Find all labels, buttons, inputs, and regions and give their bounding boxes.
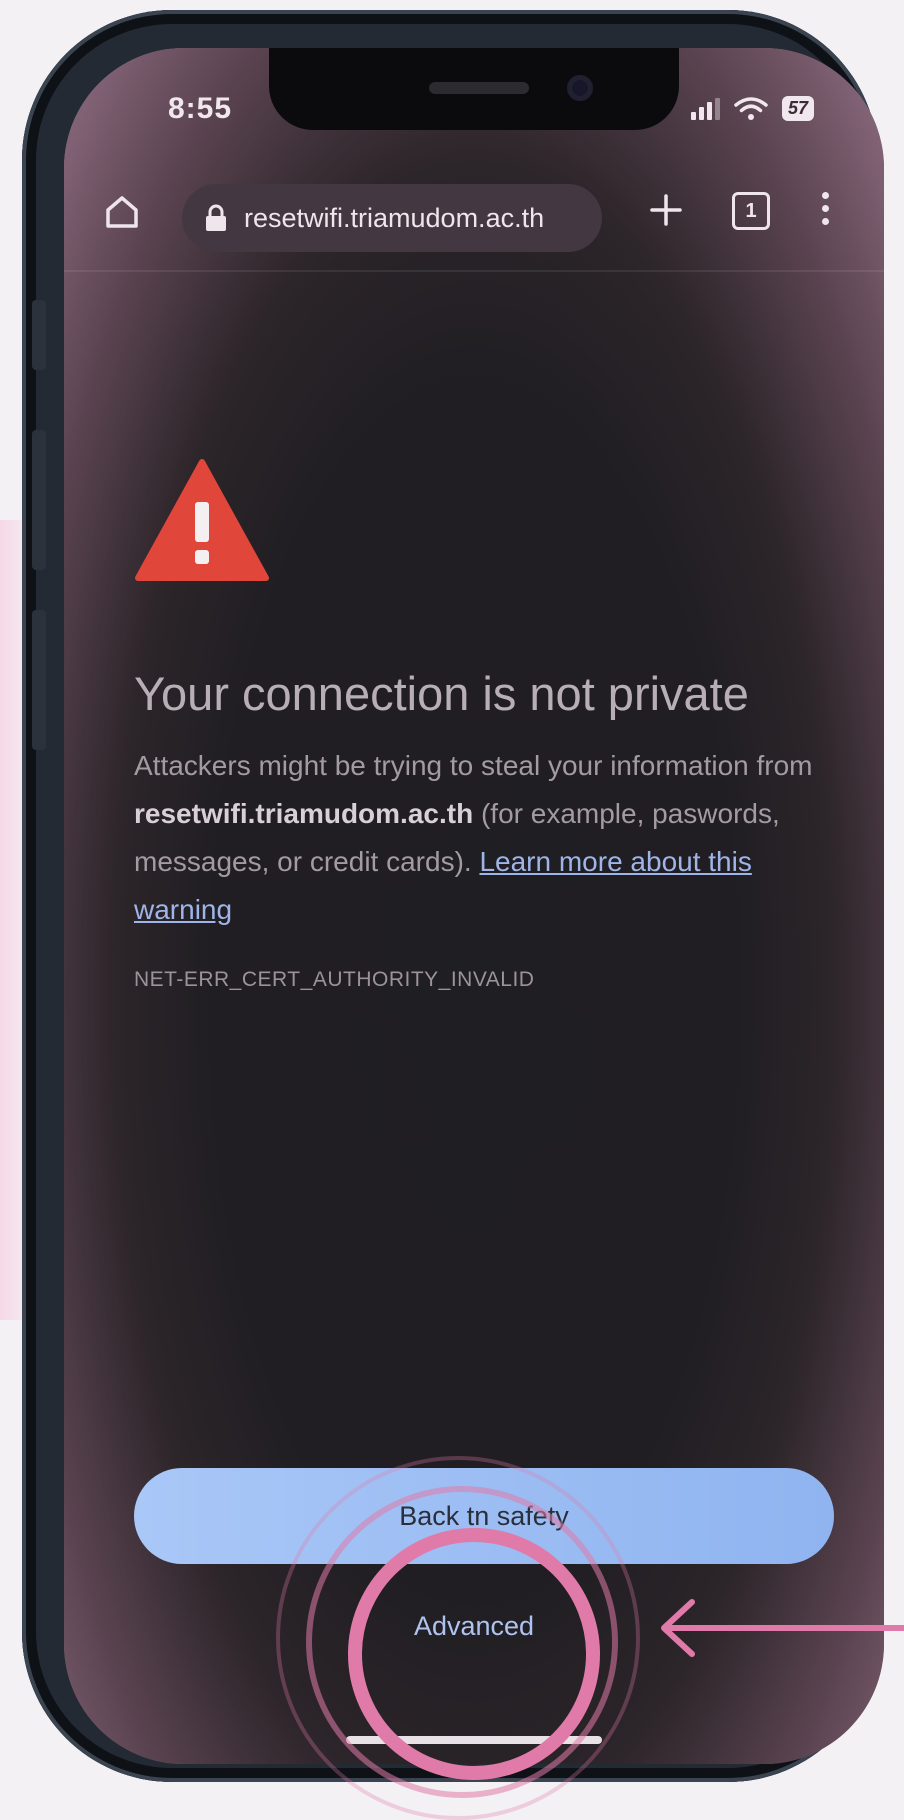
error-code: NET-ERR_CERT_AUTHORITY_INVALID: [134, 968, 535, 991]
home-indicator: [346, 1736, 602, 1744]
warning-triangle-icon: [135, 459, 269, 581]
warning-description: Attackers might be trying to steal your …: [134, 742, 824, 934]
wifi-icon: [734, 96, 768, 120]
more-vert-icon[interactable]: [820, 192, 830, 232]
advanced-button[interactable]: Advanced: [344, 1596, 604, 1656]
volume-down-button: [32, 610, 46, 750]
mute-switch: [32, 300, 46, 370]
signal-icon: [690, 97, 720, 120]
browser-toolbar: resetwifi.triamudom.ac.th 1: [64, 158, 884, 268]
page-title: Your connection is not private: [134, 667, 749, 720]
arrow-left-icon: [661, 1599, 904, 1657]
phone-screen: 8:55 57 resetwifi.triamudom.ac.th 1 Your…: [64, 48, 884, 1764]
tab-switcher-icon[interactable]: 1: [732, 192, 770, 230]
phone-frame: 8:55 57 resetwifi.triamudom.ac.th 1 Your…: [22, 10, 884, 1782]
battery-icon: 57: [781, 96, 814, 121]
speaker-grille: [429, 82, 529, 94]
back-to-safety-button[interactable]: Back tn safety: [134, 1468, 834, 1564]
status-time: 8:55: [168, 92, 233, 125]
warning-domain: resetwifi.triamudom.ac.th: [134, 798, 474, 829]
plus-icon[interactable]: [644, 188, 688, 232]
status-icons: 57: [690, 96, 814, 121]
notch: [269, 48, 679, 130]
toolbar-divider: [64, 270, 884, 272]
volume-up-button: [32, 430, 46, 570]
warning-text-prefix: Attackers might be trying to steal your …: [134, 750, 813, 781]
address-bar[interactable]: resetwifi.triamudom.ac.th: [182, 184, 602, 252]
url-text: resetwifi.triamudom.ac.th: [244, 202, 545, 233]
lock-icon: [206, 204, 226, 231]
home-icon[interactable]: [102, 192, 142, 232]
front-camera: [567, 75, 593, 101]
